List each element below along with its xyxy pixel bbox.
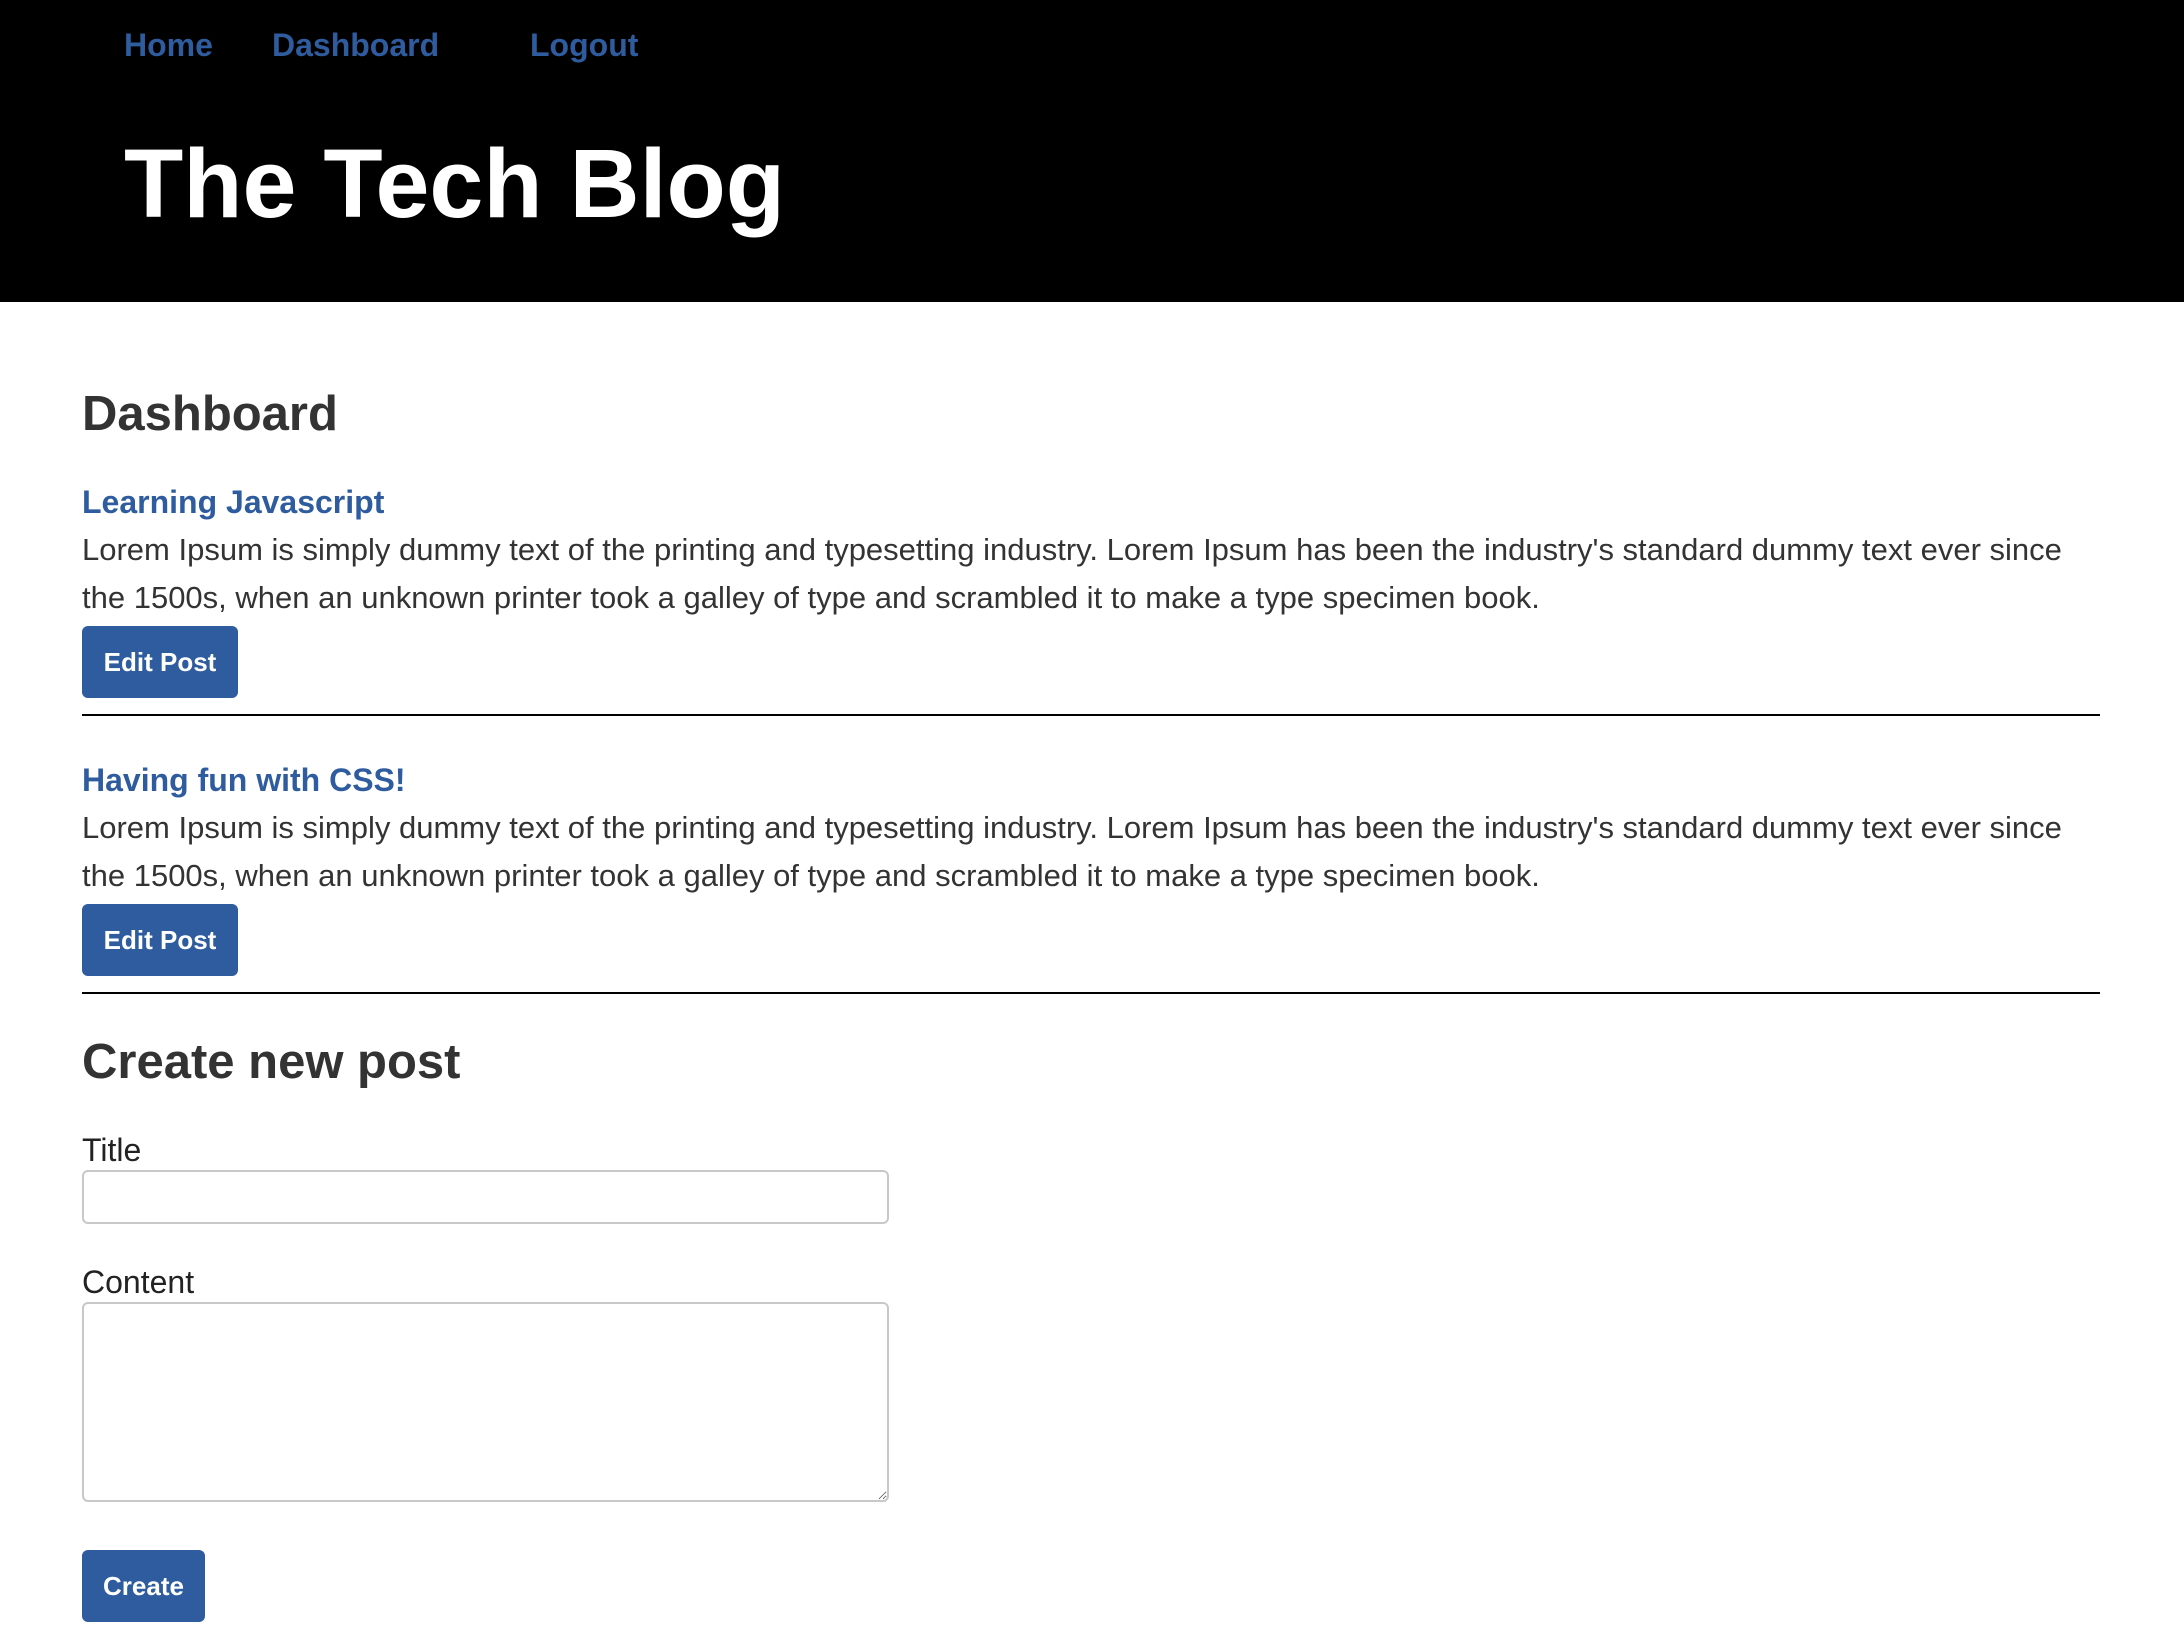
create-post-button[interactable]: Create: [82, 1550, 205, 1622]
post-divider: [82, 714, 2100, 716]
edit-post-button[interactable]: Edit Post: [82, 904, 238, 976]
title-input[interactable]: [82, 1170, 889, 1224]
nav-home-link[interactable]: Home: [124, 22, 213, 68]
post-item: Having fun with CSS! Lorem Ipsum is simp…: [82, 760, 2102, 1020]
create-post-heading: Create new post: [82, 1035, 461, 1089]
site-header: Home Dashboard Logout The Tech Blog: [0, 0, 2184, 302]
nav-dashboard-link[interactable]: Dashboard: [272, 22, 439, 68]
post-body: Lorem Ipsum is simply dummy text of the …: [82, 532, 2062, 615]
post-title-link[interactable]: Learning Javascript: [82, 482, 384, 522]
content-textarea[interactable]: [82, 1302, 889, 1502]
nav-logout-link[interactable]: Logout: [530, 22, 638, 68]
post-title-link[interactable]: Having fun with CSS!: [82, 760, 406, 800]
edit-post-button[interactable]: Edit Post: [82, 626, 238, 698]
site-title: The Tech Blog: [124, 129, 786, 238]
page-title: Dashboard: [82, 387, 338, 441]
content-label: Content: [82, 1264, 195, 1300]
post-body: Lorem Ipsum is simply dummy text of the …: [82, 810, 2062, 893]
post-divider: [82, 992, 2100, 994]
post-item: Learning Javascript Lorem Ipsum is simpl…: [82, 482, 2102, 742]
title-label: Title: [82, 1132, 142, 1168]
